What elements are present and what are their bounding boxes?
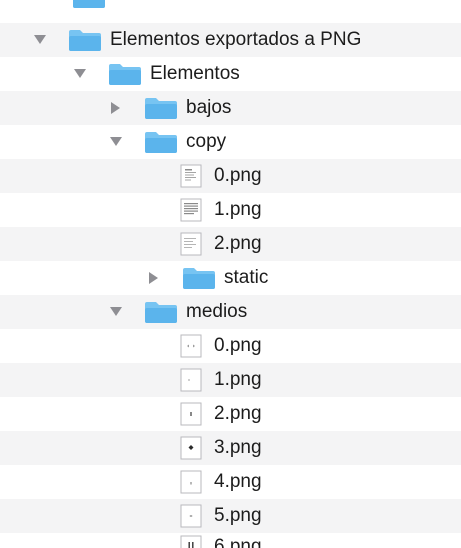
file-tree: Elementos exportados a PNG Elementos baj… xyxy=(0,0,461,548)
file-label: 6.png xyxy=(214,536,262,548)
file-label: 2.png xyxy=(214,403,262,424)
folder-icon xyxy=(145,98,177,119)
folder-icon xyxy=(109,64,141,85)
folder-icon xyxy=(73,0,105,8)
png-file-icon xyxy=(180,504,202,528)
file-label: 1.png xyxy=(214,199,262,220)
folder-label: Elementos xyxy=(150,63,240,84)
png-file-icon xyxy=(180,470,202,494)
folder-label: bajos xyxy=(186,97,232,118)
disclosure-triangle-down-icon[interactable] xyxy=(34,34,46,46)
folder-label: copy xyxy=(186,131,227,152)
png-file-icon xyxy=(180,198,202,222)
folder-icon xyxy=(69,30,101,51)
tree-row-medios-3[interactable]: 3.png xyxy=(0,431,461,465)
png-file-icon xyxy=(180,368,202,392)
tree-row-copy-2[interactable]: 2.png xyxy=(0,227,461,261)
file-label: 0.png xyxy=(214,165,262,186)
tree-row-copy-0[interactable]: 0.png xyxy=(0,159,461,193)
file-label: 0.png xyxy=(214,335,262,356)
file-label: 3.png xyxy=(214,437,262,458)
tree-row-elementos-exportados[interactable]: Elementos exportados a PNG xyxy=(0,23,461,57)
file-label: 2.png xyxy=(214,233,262,254)
png-file-icon xyxy=(180,164,202,188)
png-file-icon xyxy=(180,232,202,256)
tree-row-elementos[interactable]: Elementos xyxy=(0,57,461,91)
folder-label: medios xyxy=(186,301,248,322)
file-label: 1.png xyxy=(214,369,262,390)
folder-icon xyxy=(145,302,177,323)
folder-label: Elementos exportados a PNG xyxy=(110,29,362,50)
tree-row-medios-4[interactable]: 4.png xyxy=(0,465,461,499)
tree-row-bajos[interactable]: bajos xyxy=(0,91,461,125)
disclosure-triangle-down-icon[interactable] xyxy=(110,306,122,318)
file-label: 5.png xyxy=(214,505,262,526)
tree-row-medios-2[interactable]: 2.png xyxy=(0,397,461,431)
png-file-icon xyxy=(180,436,202,460)
tree-row-copy[interactable]: copy xyxy=(0,125,461,159)
tree-row-top-partial[interactable] xyxy=(0,0,461,14)
file-label: 4.png xyxy=(214,471,262,492)
folder-icon xyxy=(183,268,215,289)
tree-row-medios-6[interactable]: 6.png xyxy=(0,530,461,548)
tree-row-medios[interactable]: medios xyxy=(0,295,461,329)
tree-row-static[interactable]: static xyxy=(0,261,461,295)
tree-row-medios-5[interactable]: 5.png xyxy=(0,499,461,533)
png-file-icon xyxy=(180,334,202,358)
tree-row-medios-0[interactable]: 0.png xyxy=(0,329,461,363)
folder-icon xyxy=(145,132,177,153)
disclosure-triangle-right-icon[interactable] xyxy=(110,102,122,114)
disclosure-triangle-down-icon[interactable] xyxy=(74,68,86,80)
disclosure-triangle-down-icon[interactable] xyxy=(110,136,122,148)
tree-row-copy-1[interactable]: 1.png xyxy=(0,193,461,227)
folder-label: static xyxy=(224,267,269,288)
png-file-icon xyxy=(180,402,202,426)
tree-row-medios-1[interactable]: 1.png xyxy=(0,363,461,397)
disclosure-triangle-right-icon[interactable] xyxy=(148,272,160,284)
png-file-icon xyxy=(180,535,202,548)
